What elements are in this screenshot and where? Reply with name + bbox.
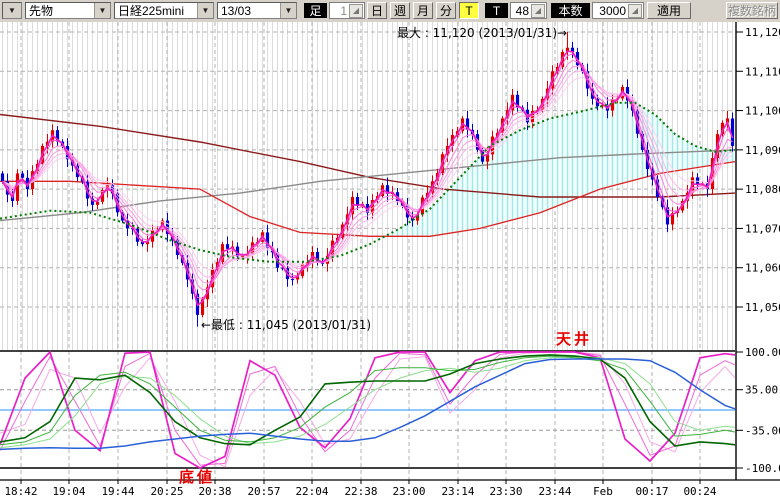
price-tick-label: 11,080: [745, 183, 780, 196]
time-tick-label: 23:44: [538, 485, 571, 498]
chevron-down-icon[interactable]: ▼: [280, 3, 296, 18]
chart-style-dropdown[interactable]: ▼: [2, 2, 22, 19]
rci-tick-label: -100.00: [745, 462, 780, 475]
time-tick-label: 00:17: [635, 485, 668, 498]
interval-value: 1: [330, 4, 348, 18]
spinner-icon[interactable]: ◢: [628, 4, 642, 18]
time-tick-label: 23:30: [489, 485, 522, 498]
min-price-annotation: ←最低 : 11,045 (2013/01/31): [201, 316, 371, 333]
spinner-icon[interactable]: ◢: [531, 4, 545, 18]
spinner-icon[interactable]: ◢: [349, 4, 363, 18]
time-tick-label: 23:14: [441, 485, 474, 498]
ceiling-annotation: 天井: [556, 328, 592, 349]
time-axis-labels: 18:4219:0419:4420:2520:3820:5722:0422:38…: [4, 480, 716, 498]
instrument-type-select[interactable]: 先物 ▼: [25, 2, 111, 19]
rci-tick-label: 35.00: [745, 384, 778, 397]
symbol-select[interactable]: 日経225mini ▼: [114, 2, 214, 19]
time-tick-label: 23:00: [392, 485, 425, 498]
price-axis-labels: 11,120 11,110 11,100 11,090 11,080 11,070 11,0…: [736, 26, 780, 475]
chart-application-window: ▼ 先物 ▼ 日経225mini ▼ 13/03 ▼ 足 1 ◢ 日 週 月 分…: [0, 0, 780, 501]
tick-count-stepper[interactable]: 48 ◢: [510, 2, 547, 19]
price-tick-label: 11,050: [745, 301, 780, 314]
time-tick-label: 19:44: [101, 485, 134, 498]
bottom-annotation: 底値: [179, 466, 215, 487]
period-day-button[interactable]: 日: [367, 2, 387, 19]
price-tick-label: 11,090: [745, 144, 780, 157]
period-minute-button[interactable]: 分: [436, 2, 456, 19]
rci-tick-label: 100.00: [745, 346, 780, 359]
time-tick-label: 20:57: [247, 485, 280, 498]
chevron-down-icon[interactable]: ▼: [197, 3, 213, 18]
period-tick-button[interactable]: T: [459, 2, 479, 19]
tick-count-value: 48: [511, 4, 530, 18]
bars-count-value: 3000: [593, 4, 627, 18]
price-tick-label: 11,120: [745, 26, 780, 39]
chevron-down-icon[interactable]: ▼: [94, 3, 110, 18]
price-tick-label: 11,110: [745, 65, 780, 78]
contract-month-select[interactable]: 13/03 ▼: [217, 2, 297, 19]
chart-area[interactable]: 11,120 11,110 11,100 11,090 11,080 11,070 11,0…: [0, 22, 780, 501]
toolbar: ▼ 先物 ▼ 日経225mini ▼ 13/03 ▼ 足 1 ◢ 日 週 月 分…: [0, 0, 780, 23]
chevron-down-icon[interactable]: ▼: [3, 3, 21, 18]
rci-mid-green: [0, 356, 735, 445]
apply-button[interactable]: 適用: [647, 2, 691, 19]
rci-dark-green: [0, 355, 735, 446]
max-price-annotation: 最大 : 11,120 (2013/01/31)→: [397, 24, 567, 41]
multi-symbol-button[interactable]: 複数銘柄: [726, 2, 778, 19]
tick-label: T: [485, 3, 508, 18]
bars-count-label: 本数: [551, 3, 590, 18]
symbol-value: 日経225mini: [115, 2, 197, 19]
period-week-button[interactable]: 週: [390, 2, 410, 19]
time-tick-label: 22:38: [344, 485, 377, 498]
bar-type-label: 足: [304, 3, 327, 18]
time-tick-label: 18:42: [4, 485, 37, 498]
instrument-type-value: 先物: [26, 2, 94, 19]
bars-count-stepper[interactable]: 3000 ◢: [592, 2, 644, 19]
price-tick-label: 11,060: [745, 262, 780, 275]
time-tick-label: 00:24: [683, 485, 716, 498]
rci-tick-label: -35.00: [745, 424, 780, 437]
time-tick-label: Feb: [593, 485, 613, 498]
price-tick-label: 11,070: [745, 222, 780, 235]
contract-month-value: 13/03: [218, 4, 280, 18]
rci-light-green: [0, 357, 735, 448]
time-tick-label: 19:04: [52, 485, 85, 498]
period-month-button[interactable]: 月: [413, 2, 433, 19]
price-and-rci-chart: 11,120 11,110 11,100 11,090 11,080 11,070 11,0…: [0, 22, 780, 501]
interval-stepper[interactable]: 1 ◢: [329, 2, 365, 19]
price-tick-label: 11,100: [745, 105, 780, 118]
time-tick-label: 22:04: [295, 485, 328, 498]
